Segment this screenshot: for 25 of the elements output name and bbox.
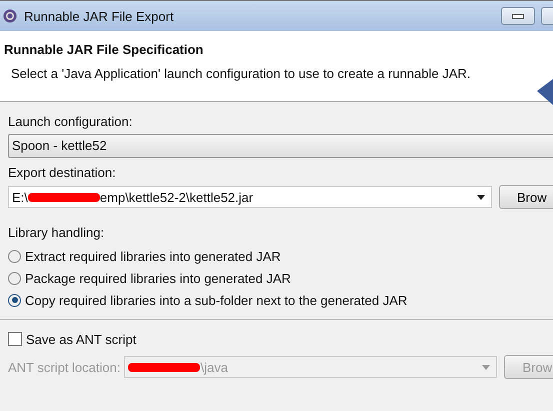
window-title: Runnable JAR File Export [24, 8, 174, 24]
radio-button[interactable] [8, 272, 21, 284]
minimize-button[interactable] [501, 7, 535, 25]
field-label: ANT script location: [8, 360, 120, 374]
field-label: Export destination: [8, 165, 117, 180]
page-description: Select a 'Java Application' launch configuration to use to create a runnable JAR. [10, 66, 472, 81]
path-text: emp\kettle52-2\kettle52.jar [100, 190, 254, 204]
field-label: Library handling: [8, 225, 106, 240]
field-label: Launch configuration: [8, 114, 134, 129]
dropdown-arrow-icon [477, 194, 485, 200]
radio-label[interactable]: Extract required libraries into generated JAR [25, 248, 281, 264]
maximize-button[interactable] [541, 7, 553, 25]
checkbox-label[interactable]: Save as ANT script [26, 332, 136, 346]
browse-button[interactable]: Brow [499, 185, 553, 209]
path-text: \java [200, 360, 228, 374]
radio-button[interactable] [8, 294, 21, 306]
radio-label[interactable]: Package required libraries into generated JAR [25, 270, 291, 286]
checkbox[interactable] [8, 332, 22, 346]
path-text: E:\ [12, 190, 28, 204]
radio-label[interactable]: Copy required libraries into a sub-folder next to the generated JAR [25, 292, 408, 308]
page-title: Runnable JAR File Specification [4, 41, 204, 57]
launch-configuration-dropdown[interactable]: Spoon - kettle52 [8, 134, 553, 158]
radio-button[interactable] [8, 250, 21, 262]
dropdown-arrow-icon [482, 364, 490, 370]
export-destination-field[interactable]: E:\ emp\kettle52-2\kettle52.jar [8, 186, 492, 208]
